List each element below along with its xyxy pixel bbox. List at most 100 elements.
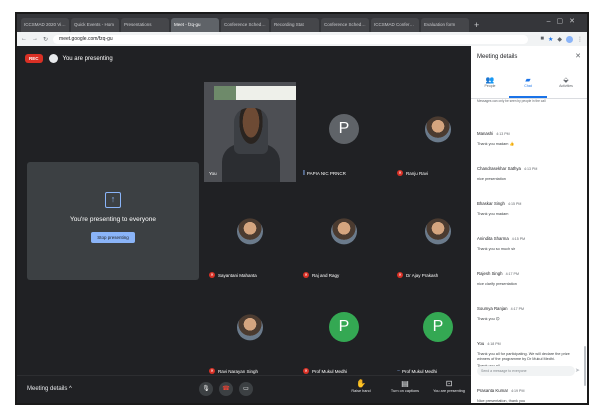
- chat-message: Chandrasekhar Sathya 4:13 PM nice present…: [477, 157, 583, 182]
- meeting-details-toggle[interactable]: Meeting details ^: [27, 386, 72, 392]
- message-body: Thank you so much sir: [477, 247, 516, 251]
- chat-input[interactable]: Send a message to everyone: [477, 366, 575, 376]
- browser-tab[interactable]: Quick Events - Hom: [71, 18, 119, 32]
- people-icon: 👥: [485, 77, 495, 84]
- mic-off-icon: ✕: [397, 272, 403, 278]
- message-time: 4:18 PM: [487, 342, 501, 346]
- virtual-background-banner: [214, 86, 296, 100]
- participant-name: Ranju Ravi: [406, 170, 429, 176]
- message-sender: Prasanta Kumar: [477, 388, 509, 393]
- raise-hand-label: Raise hand: [351, 389, 371, 393]
- mic-off-icon: ✕: [303, 368, 309, 374]
- mic-off-icon: ✕: [397, 170, 403, 176]
- participant-avatar: P: [329, 114, 359, 144]
- captions-button[interactable]: ▤ Turn on captions: [381, 379, 429, 393]
- participant-photo: [331, 218, 357, 245]
- recording-badge: REC: [25, 54, 43, 63]
- forward-icon[interactable]: →: [32, 36, 38, 42]
- message-body: Nice presentation, thank you: [477, 399, 526, 403]
- leave-call-button[interactable]: ☎: [219, 382, 233, 396]
- message-time: 4:17 PM: [510, 307, 524, 311]
- presenting-button[interactable]: ⊡ You are presenting: [425, 379, 473, 393]
- chat-message: You 4:18 PM Thank you all for participati…: [477, 332, 583, 369]
- participant-name: Sayantani Mahanta: [218, 272, 257, 278]
- url-field[interactable]: meet.google.com/fzq-gu: [53, 34, 529, 44]
- message-body: Thank you madam: [477, 212, 509, 216]
- browser-tab[interactable]: Conference Schedule: [221, 18, 269, 32]
- send-icon[interactable]: ➤: [575, 366, 580, 376]
- participant-tile[interactable]: ✕ Sayantani Mahanta: [204, 184, 296, 284]
- participant-name: You: [209, 171, 217, 176]
- hang-up-icon: ☎: [222, 386, 230, 392]
- more-icon[interactable]: ⋮: [577, 36, 583, 43]
- reload-icon[interactable]: ↻: [43, 36, 48, 43]
- meet-stage: REC You are presenting ↑ You're presenti…: [17, 46, 484, 380]
- participant-name: Ravi Narayan Singh: [218, 368, 259, 374]
- chat-message: Rajesh Singh 4:17 PM nice clarify present…: [477, 262, 583, 287]
- camera-button[interactable]: ▭: [239, 382, 253, 396]
- back-icon[interactable]: ←: [21, 36, 27, 42]
- extensions-icon[interactable]: ◆: [557, 36, 562, 43]
- participant-avatar: P: [329, 312, 359, 342]
- present-screen-icon: ↑: [105, 192, 121, 208]
- participant-name: PAPIA NIC PRNCR: [306, 170, 346, 176]
- captions-icon: ▤: [401, 379, 409, 388]
- participant-name: Prof Mukul Medhi: [402, 368, 438, 374]
- raise-hand-button[interactable]: ✋ Raise hand: [337, 379, 385, 393]
- address-bar: ← → ↻ meet.google.com/fzq-gu ■ ★ ◆ ⋮: [17, 32, 587, 46]
- message-time: 4:17 PM: [505, 272, 519, 276]
- browser-tab-active[interactable]: Meet - fzq-gu: [171, 18, 219, 32]
- camera-icon[interactable]: ■: [540, 36, 544, 42]
- tab-chat-label: Chat: [524, 84, 532, 88]
- window-controls[interactable]: –▢✕: [547, 17, 581, 25]
- microphone-button[interactable]: 🎙: [199, 382, 213, 396]
- tab-people[interactable]: 👥 People: [471, 76, 509, 88]
- message-sender: Rajesh Singh: [477, 271, 503, 276]
- message-time: 4:19 PM: [511, 389, 525, 393]
- presenting-label: You are presenting: [62, 55, 113, 62]
- microphone-icon: 🎙: [202, 386, 210, 392]
- profile-avatar[interactable]: [566, 35, 573, 43]
- meeting-controls-bar: Meeting details ^ 🎙 ☎ ▭ ✋ Raise hand ▤ T…: [17, 375, 473, 403]
- browser-tab[interactable]: ICCSMAD Conference: [371, 18, 419, 32]
- chat-message: Manashi 4:13 PM Thank you madam 👍: [477, 122, 583, 147]
- participant-tile[interactable]: P ||| PAPIA NIC PRNCR: [298, 82, 390, 182]
- chat-notice: Messages can only be seen by people in t…: [477, 99, 546, 103]
- screen-frame: ICCSMAD 2020 Virtual Sch Quick Events - …: [15, 12, 589, 405]
- participant-photo: [425, 218, 451, 245]
- activities-icon: ⬙: [563, 77, 569, 84]
- chevron-up-icon: ^: [69, 386, 72, 392]
- stop-presenting-button[interactable]: Stop presenting: [91, 232, 135, 243]
- presenting-message: You're presenting to everyone: [70, 216, 156, 223]
- panel-tabs: 👥 People ▰ Chat ⬙ Activities: [471, 76, 587, 99]
- chat-icon: ▰: [525, 77, 531, 84]
- participant-tile-self[interactable]: You: [204, 82, 296, 182]
- browser-tab-strip: ICCSMAD 2020 Virtual Sch Quick Events - …: [17, 14, 587, 32]
- browser-tab[interactable]: Conference Schedule: [321, 18, 369, 32]
- tab-chat[interactable]: ▰ Chat: [509, 76, 547, 98]
- chat-message: Bhaskar Singh 4:15 PM Thank you madam: [477, 192, 583, 217]
- participant-photo: [237, 314, 263, 341]
- participant-tile[interactable]: ✕ Ravi Narayan Singh: [204, 280, 296, 380]
- speaking-indicator-icon: |||: [303, 170, 305, 176]
- participant-tile[interactable]: ✕ Raj and Ragy: [298, 184, 390, 284]
- browser-tab[interactable]: Evaluation form: [421, 18, 469, 32]
- speaker-video: [234, 108, 268, 154]
- participant-name: Raj and Ragy: [312, 272, 340, 278]
- message-sender: Anindita Sharma: [477, 236, 509, 241]
- participant-name: Prof Mukul Medhi: [312, 368, 348, 374]
- chat-scrollbar[interactable]: [584, 346, 586, 386]
- tab-activities-label: Activities: [559, 84, 573, 88]
- tab-activities[interactable]: ⬙ Activities: [547, 76, 585, 88]
- message-body: nice presentation: [477, 177, 506, 181]
- star-icon[interactable]: ★: [548, 36, 553, 43]
- browser-tab[interactable]: Recording Stat: [271, 18, 319, 32]
- participant-avatar: P: [423, 312, 453, 342]
- more-options-icon[interactable]: ···: [397, 368, 400, 374]
- browser-tab[interactable]: ICCSMAD 2020 Virtual Sch: [21, 18, 69, 32]
- participant-tile[interactable]: P ✕ Prof Mukul Medhi: [298, 280, 390, 380]
- new-tab-icon[interactable]: +: [474, 18, 479, 32]
- message-time: 4:15 PM: [511, 237, 526, 241]
- close-icon[interactable]: ✕: [575, 52, 581, 60]
- browser-tab[interactable]: Presentations: [121, 18, 169, 32]
